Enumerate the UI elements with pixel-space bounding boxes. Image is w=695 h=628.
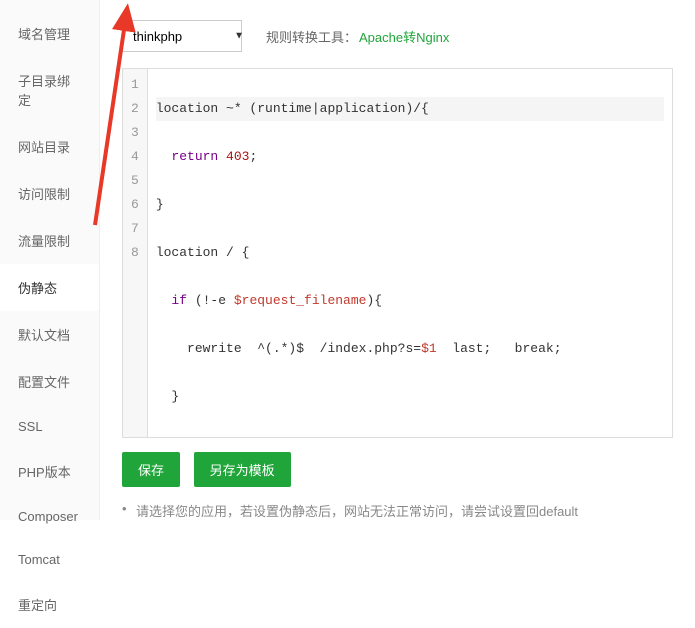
code-area[interactable]: location ~* (runtime|application)/{ retu… [148, 69, 672, 437]
sidebar-item-domain[interactable]: 域名管理 [0, 10, 99, 57]
sidebar-item-config[interactable]: 配置文件 [0, 358, 99, 405]
main-panel: thinkphp ▼ 规则转换工具： Apache转Nginx 12345678… [100, 0, 695, 520]
sidebar-item-default-doc[interactable]: 默认文档 [0, 311, 99, 358]
sidebar-item-composer[interactable]: Composer [0, 495, 99, 538]
hint-text: 请选择您的应用，若设置伪静态后，网站无法正常访问，请尝试设置回default [122, 501, 673, 520]
sidebar-item-php[interactable]: PHP版本 [0, 448, 99, 495]
sidebar-item-subdir[interactable]: 子目录绑定 [0, 57, 99, 123]
template-select[interactable]: thinkphp [122, 20, 242, 52]
apache-to-nginx-link[interactable]: Apache转Nginx [359, 27, 449, 46]
code-editor[interactable]: 12345678 location ~* (runtime|applicatio… [122, 68, 673, 438]
save-as-template-button[interactable]: 另存为模板 [194, 452, 291, 487]
line-gutter: 12345678 [123, 69, 148, 437]
sidebar: 域名管理 子目录绑定 网站目录 访问限制 流量限制 伪静态 默认文档 配置文件 … [0, 0, 100, 520]
sidebar-item-redirect[interactable]: 重定向 [0, 581, 99, 628]
sidebar-item-tomcat[interactable]: Tomcat [0, 538, 99, 581]
tool-label: 规则转换工具： [266, 27, 357, 46]
sidebar-item-sitedir[interactable]: 网站目录 [0, 123, 99, 170]
sidebar-item-rewrite[interactable]: 伪静态 [0, 264, 99, 311]
sidebar-item-access[interactable]: 访问限制 [0, 170, 99, 217]
save-button[interactable]: 保存 [122, 452, 180, 487]
sidebar-item-ssl[interactable]: SSL [0, 405, 99, 448]
sidebar-item-traffic[interactable]: 流量限制 [0, 217, 99, 264]
button-row: 保存 另存为模板 [122, 452, 673, 487]
toolbar: thinkphp ▼ 规则转换工具： Apache转Nginx [122, 20, 673, 52]
